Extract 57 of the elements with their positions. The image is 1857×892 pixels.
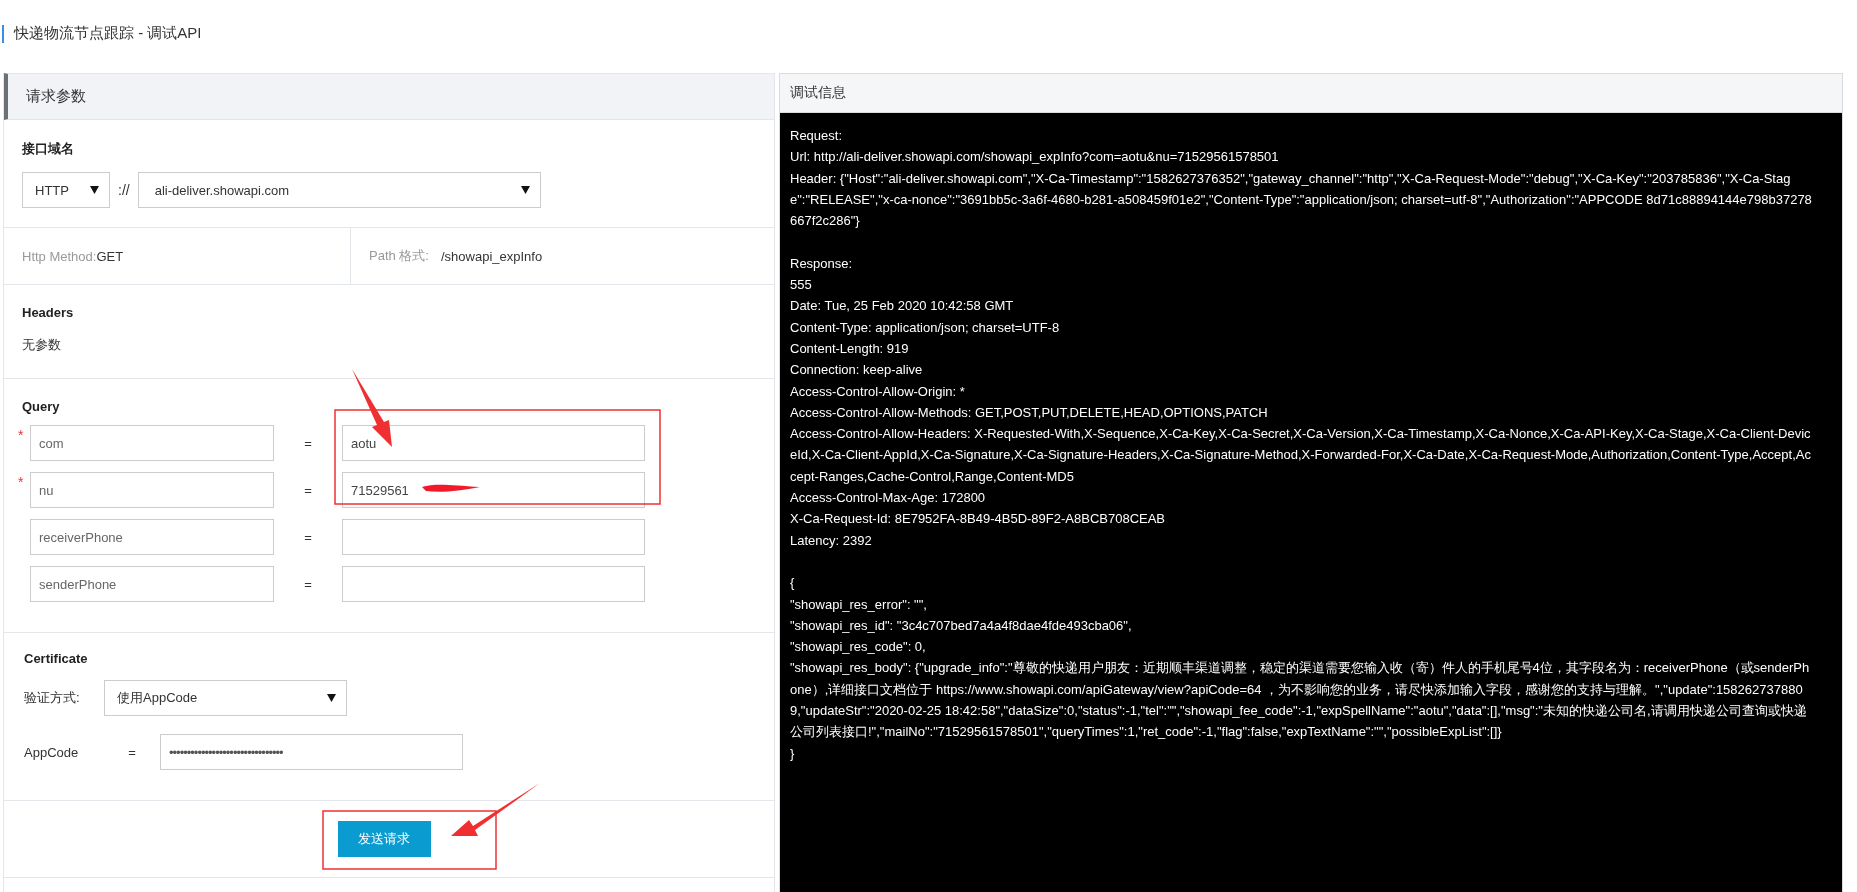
section-title: Certificate [24,651,89,666]
input-field[interactable] [342,566,645,602]
input-field[interactable] [342,519,645,555]
console-line: Access-Control-Allow-Methods: GET,POST,PUT,DELETE,HEAD,OPTIONS,PATCH [790,403,1269,422]
console-line: Response: [790,254,854,273]
equals-sign: = [303,435,313,451]
dropdown[interactable]: 使用AppCode [104,680,347,716]
input-field[interactable]: 71529561 [342,472,645,508]
path-label: Path 格式: [369,247,429,265]
console-line: 555 [790,276,813,295]
method-text: Http Method:GET [22,248,124,264]
dropdown[interactable]: HTTP [22,172,110,208]
section-title: Query [22,399,61,414]
input-field[interactable]: senderPhone [30,566,274,602]
required-mark: * [18,427,25,443]
console-line: { [790,574,796,593]
input-field[interactable]: com [30,425,274,461]
console-line: Url: http://ali-deliver.showapi.com/showapi_expInfo?com=aotu&nu=71529561578501 [790,148,1280,167]
dropdown[interactable]: ali-deliver.showapi.com [137,172,541,208]
console-line: X-Ca-Request-Id: 8E7952FA-8B49-4B5D-89F2-A8BCB708CEAB [790,510,1167,529]
separator-text: :// [118,182,130,198]
appcode-label: AppCode [24,744,80,760]
equals-sign: = [303,482,313,498]
console-line: } [790,744,796,763]
panel-header: 调试信息 [780,74,1842,113]
page-title: 快递物流节点跟踪 - 调试API [14,24,202,43]
console-line: Access-Control-Allow-Origin: * [790,382,966,401]
equals-sign: = [303,576,313,592]
caret-icon [520,186,530,194]
console-line: Latency: 2392 [790,531,873,550]
input-field[interactable]: nu [30,472,274,508]
auth-label: 验证方式: [24,689,81,707]
caret-icon [90,186,99,194]
console-line: Access-Control-Allow-Headers: X-Requested-With,X-Sequence,X-Ca-Key,X-Ca-Secret,X-Ca-Version,X-Ca-Timestamp,X-Ca-Nonce,X-Ca-API-Key,X-Ca-Stage,X-Ca-Client-DeviceId,X-Ca-Client-AppId,X-Ca-Signature,X-Ca-Signature-Headers,X-Ca-Signature-Method,X-Forwarded-For,X-Ca-Date,X-Ca-Request-Mode,Authorization,Content-Type,Accept,Accept-Ranges,Cache-Control,Range,Content-MD5 [790,425,1812,486]
equals-sign: = [127,744,137,760]
panel-header: 请求参数 [4,73,774,120]
console-line: Access-Control-Max-Age: 172800 [790,489,987,508]
console-line: "showapi_res_code": 0, [790,638,927,657]
console-line: Request: [790,127,844,145]
console-line: Connection: keep-alive [790,361,924,380]
console-line: Content-Length: 919 [790,339,910,358]
console-line: Date: Tue, 25 Feb 2020 10:42:58 GMT [790,297,1015,316]
input-field[interactable]: receiverPhone [30,519,274,555]
input-field[interactable]: •••••••••••••••••••••••••••••••• [160,734,463,770]
console-line: Content-Type: application/json; charset=UTF-8 [790,318,1061,337]
equals-sign: = [303,529,313,545]
section-title: Headers [22,305,75,320]
console-line: "showapi_res_error": "", [790,595,928,614]
console-line: "showapi_res_body": {"upgrade_info":"尊敬的快递用户朋友：近期顺丰渠道调整，稳定的渠道需要您输入收（寄）件人的手机尾号4位，其字段名为：receiverPhone（或senderPhone）,详细接口文档位于 https://www.showapi.com/apiGateway/view?apiCode=64 ，为不影响您的业务，请尽快添加输入字段，感谢您的支持与理解。","update":1582627378809,"updateStr":"2020-02-25 18:42:58","dataSize":0,"status":-1,"tel":"","showapi_fee_code":-1,"expSpellName":"aotu","data":[],"msg":"未知的快递公司名,请调用快递公司查询或快递公司列表接口!","mailNo":"71529561578501","queryTimes":1,"ret_code":-1,"flag":false,"expTextName":"","possibleExpList":[]} [790,659,1811,742]
input-field[interactable]: aotu [342,425,645,461]
path-value: /showapi_expInfo [440,248,543,264]
section-title: 接口域名 [22,140,75,158]
console-line: Header: {"Host":"ali-deliver.showapi.com","X-Ca-Timestamp":"1582627376352","gateway_channel":"http","X-Ca-Request-Mode":"debug","X-Ca-Key":"203785836","X-Ca-Stage":"RELEASE","x-ca-nonce":"3691bb5c-3a6f-4680-b281-a508459f01e2","Content-Type":"application/json; charset=utf-8","Authorization":"APPCODE 8d71c88894144e798b37278667f2c286"} [790,169,1812,231]
empty-note: 无参数 [22,336,62,354]
caret-icon [327,694,336,702]
console-line: "showapi_res_id": "3c4c707bed7a4a4f8dae4fde493cba06", [790,616,1133,635]
required-mark: * [18,474,25,490]
